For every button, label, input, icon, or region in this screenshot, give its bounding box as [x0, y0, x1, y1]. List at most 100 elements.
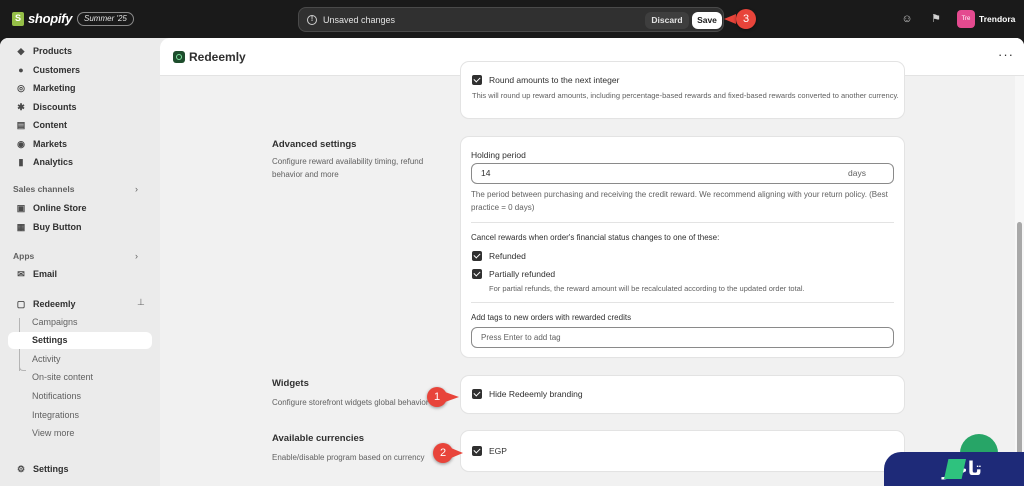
globe-icon: ◉ [17, 138, 25, 149]
save-button[interactable]: Save [692, 12, 722, 29]
shopify-bag-icon [12, 11, 24, 26]
more-actions-icon[interactable]: ··· [998, 47, 1014, 62]
buy-button-icon: ▦ [16, 221, 26, 232]
holding-period-input[interactable]: 14 days [471, 163, 894, 184]
order-tags-label: Add tags to new orders with rewarded cre… [471, 313, 632, 322]
edition-badge[interactable]: Summer '25 [77, 12, 134, 26]
sidebar: ◆ Products ● Customers ◎ Marketing ✱ Dis… [0, 38, 160, 486]
unsaved-changes-label: Unsaved changes [323, 15, 396, 25]
main-content: Redeemly ··· Round amounts to the next i… [160, 38, 1024, 486]
nav-label: Products [33, 45, 73, 56]
egp-checkbox[interactable] [472, 446, 482, 456]
pin-icon[interactable]: ⊥ [137, 297, 145, 308]
nav-campaigns[interactable]: Campaigns [8, 314, 152, 331]
chevron-right-icon[interactable]: › [135, 184, 138, 194]
shopify-logo-text: shopify [28, 11, 73, 26]
gear-icon: ⚙ [16, 463, 26, 474]
round-amounts-label: Round amounts to the next integer [489, 75, 620, 85]
nav-settings-active[interactable]: Settings [8, 332, 152, 349]
content-icon: ▤ [16, 119, 26, 130]
advanced-settings-description: Configure reward availability timing, re… [272, 157, 424, 179]
email-icon: ✉ [17, 268, 25, 279]
available-currencies-description: Enable/disable program based on currency [272, 453, 425, 462]
nav-integrations[interactable]: Integrations [8, 407, 152, 424]
nav-label: Analytics [33, 156, 74, 167]
nav-label: Buy Button [33, 221, 82, 232]
nav-analytics[interactable]: ▮ Analytics [8, 153, 152, 170]
refunded-label: Refunded [489, 251, 526, 261]
holding-period-help: The period between purchasing and receiv… [471, 190, 888, 212]
admin-shell: ◆ Products ● Customers ◎ Marketing ✱ Dis… [0, 38, 1024, 486]
sales-channels-title[interactable]: Sales channels [13, 184, 74, 194]
available-currencies-title: Available currencies [272, 433, 365, 444]
nav-label: Content [33, 119, 67, 130]
nav-label: Customers [33, 64, 81, 75]
holding-period-value: 14 [481, 168, 491, 178]
tag-icon: ◆ [17, 45, 25, 56]
holding-period-label: Holding period [471, 150, 526, 160]
nav-discounts[interactable]: ✱ Discounts [8, 98, 152, 115]
top-bar: shopify Summer '25 ! Unsaved changes Dis… [0, 0, 1024, 38]
app-title: Redeemly [189, 50, 246, 64]
annotation-marker-1: 1 [427, 387, 447, 407]
nav-onsite-content[interactable]: On-site content [8, 369, 152, 386]
nav-view-more[interactable]: View more [8, 425, 152, 442]
redeemly-app-icon [173, 51, 185, 63]
nav-settings[interactable]: ⚙ Settings [8, 460, 152, 477]
discard-button[interactable]: Discard [645, 12, 689, 29]
nav-content[interactable]: ▤ Content [8, 116, 152, 133]
nav-label: Redeemly [33, 298, 76, 309]
bar-chart-icon: ▮ [18, 156, 24, 167]
nav-markets[interactable]: ◉ Markets [8, 135, 152, 152]
chevron-right-icon[interactable]: › [135, 251, 138, 261]
refunded-checkbox[interactable] [472, 251, 482, 261]
hide-branding-checkbox[interactable] [472, 389, 482, 399]
nav-label: Email [33, 268, 58, 279]
holding-period-suffix: days [848, 168, 866, 178]
annotation-pointer [451, 448, 463, 458]
redeemly-icon: ▢ [16, 298, 26, 309]
nav-products[interactable]: ◆ Products [8, 42, 152, 59]
currencies-card: EGP [461, 431, 904, 471]
discount-icon: ✱ [17, 101, 25, 112]
alert-circle-icon: ! [307, 15, 317, 25]
cancel-rewards-label: Cancel rewards when order's financial st… [471, 233, 720, 242]
nav-online-store[interactable]: ▣ Online Store [8, 199, 152, 216]
advanced-settings-card: Holding period 14 days The period betwee… [461, 137, 904, 357]
widgets-description: Configure storefront widgets global beha… [272, 398, 429, 407]
shopify-logo[interactable]: shopify [12, 11, 72, 26]
round-amounts-checkbox[interactable] [472, 75, 482, 85]
nav-marketing[interactable]: ◎ Marketing [8, 79, 152, 96]
sidekick-icon[interactable]: ☺ [900, 12, 914, 26]
annotation-pointer [445, 392, 459, 402]
annotation-marker-3: 3 [736, 9, 756, 29]
nav-notifications[interactable]: Notifications [8, 388, 152, 405]
annotation-marker-2: 2 [433, 443, 453, 463]
partially-refunded-help: For partial refunds, the reward amount w… [489, 284, 805, 293]
order-tags-input[interactable]: Press Enter to add tag [471, 327, 894, 348]
store-avatar[interactable]: Tre [957, 10, 975, 28]
partially-refunded-checkbox[interactable] [472, 269, 482, 279]
person-icon: ● [18, 64, 24, 75]
rounding-card: Round amounts to the next integer This w… [461, 62, 904, 118]
partially-refunded-label: Partially refunded [489, 269, 556, 279]
divider [471, 222, 894, 223]
store-name[interactable]: Trendora [979, 14, 1015, 24]
widgets-card: Hide Redeemly branding [461, 376, 904, 413]
nav-activity[interactable]: Activity [8, 351, 152, 368]
advanced-settings-title: Advanced settings [272, 139, 357, 150]
bell-icon[interactable]: ⚑ [929, 12, 943, 26]
hide-branding-label: Hide Redeemly branding [489, 389, 583, 399]
nav-buy-button[interactable]: ▦ Buy Button [8, 218, 152, 235]
nav-label: Markets [33, 138, 68, 149]
apps-title[interactable]: Apps [13, 251, 34, 261]
egp-label: EGP [489, 446, 507, 456]
round-amounts-help: This will round up reward amounts, inclu… [472, 91, 899, 100]
annotation-pointer [724, 14, 736, 24]
nav-customers[interactable]: ● Customers [8, 61, 152, 78]
target-icon: ◎ [17, 82, 25, 93]
scrollbar-thumb[interactable] [1017, 222, 1022, 486]
nav-label: Online Store [33, 202, 87, 213]
nav-email[interactable]: ✉ Email [8, 265, 152, 282]
nav-redeemly[interactable]: ▢ Redeemly [8, 295, 152, 312]
